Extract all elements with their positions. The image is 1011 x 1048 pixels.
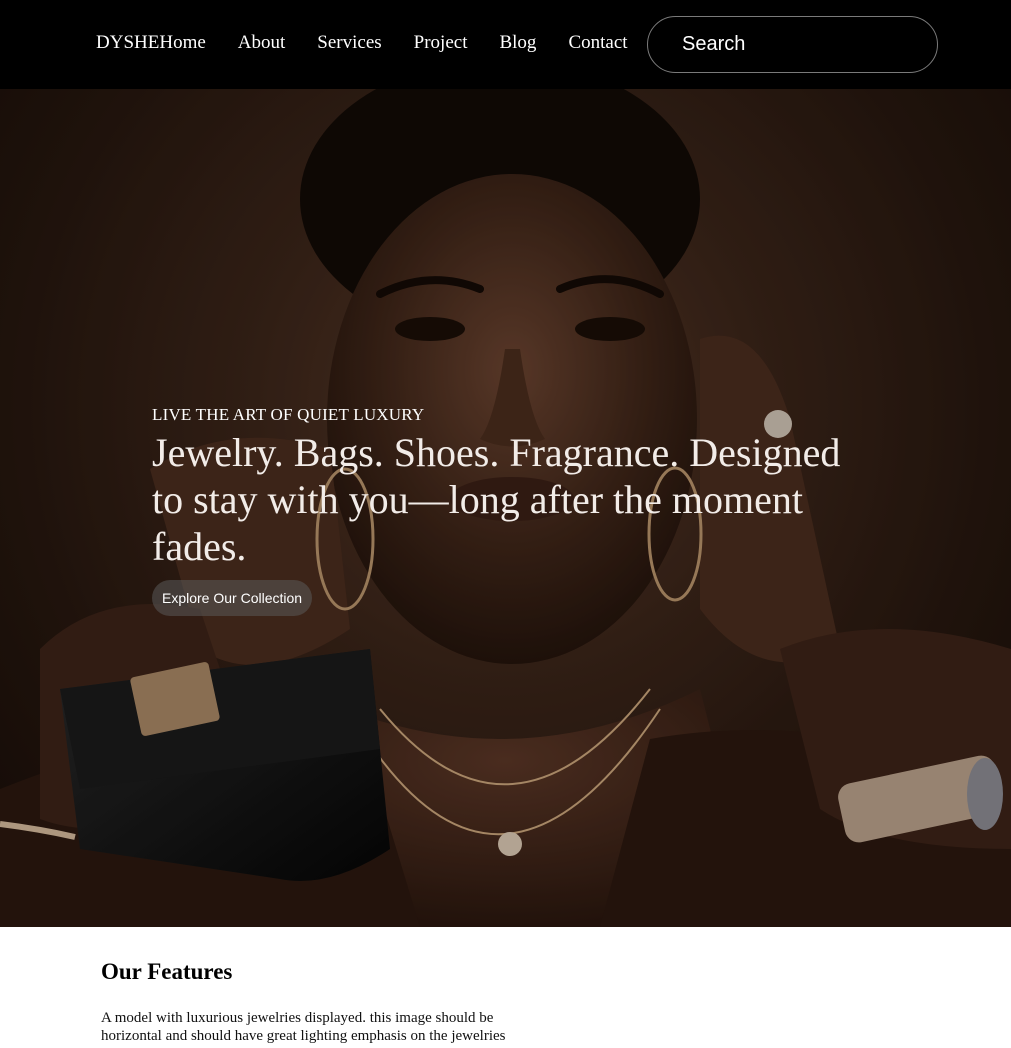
nav-link-about[interactable]: About — [238, 32, 286, 54]
search-input[interactable] — [680, 32, 900, 57]
hero-eyebrow: LIVE THE ART OF QUIET LUXURY — [152, 405, 425, 424]
hero-text-block: LIVE THE ART OF QUIET LUXURY Jewelry. Ba… — [152, 405, 852, 616]
features-title: Our Features — [101, 959, 233, 984]
features-section: Our Features A model with luxurious jewe… — [101, 955, 531, 1045]
hero-section: LIVE THE ART OF QUIET LUXURY Jewelry. Ba… — [0, 89, 1011, 927]
nav-links: DYSHE Home About Services Project Blog C… — [96, 32, 628, 54]
nav-link-project[interactable]: Project — [414, 32, 468, 54]
features-description: A model with luxurious jewelries display… — [101, 1010, 506, 1044]
brand-logo[interactable]: DYSHE — [96, 32, 159, 54]
top-navbar: DYSHE Home About Services Project Blog C… — [0, 0, 1011, 89]
search-box[interactable] — [647, 16, 938, 73]
nav-link-blog[interactable]: Blog — [499, 32, 536, 54]
nav-link-contact[interactable]: Contact — [568, 32, 627, 54]
nav-link-home[interactable]: Home — [159, 32, 205, 54]
nav-link-services[interactable]: Services — [317, 32, 381, 54]
hero-headline: Jewelry. Bags. Shoes. Fragrance. Designe… — [152, 430, 841, 569]
explore-collection-button[interactable]: Explore Our Collection — [152, 580, 313, 616]
